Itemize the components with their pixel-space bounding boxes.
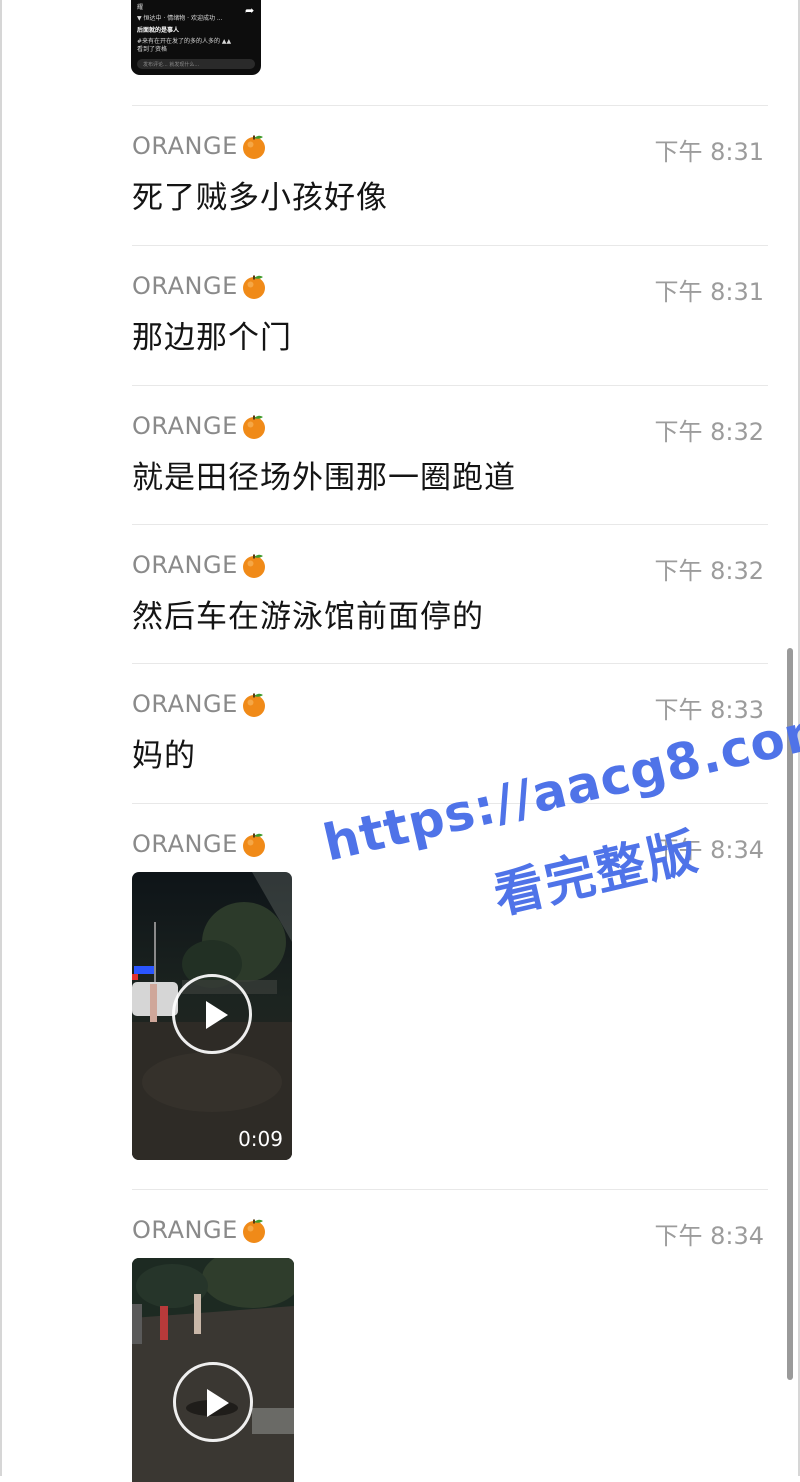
thumbnail-text: 看到了资格 [137,46,168,53]
sender-name: ORANGE [132,132,267,160]
watermark-caption: 看完整版 [488,821,705,926]
message-time: 下午 8:34 [654,836,764,864]
message-time: 下午 8:34 [654,1222,764,1250]
message-divider [132,524,768,525]
video-thumbnail[interactable] [132,1258,294,1482]
message-time: 下午 8:32 [654,418,764,446]
message-text: 那边那个门 [132,320,292,356]
message-text: 死了贼多小孩好像 [132,180,388,216]
message-divider [132,385,768,386]
message-time: 下午 8:31 [654,278,764,306]
sender-name: ORANGE [132,690,267,718]
orange-icon [242,554,265,578]
message-text: 然后车在游泳馆前面停的 [132,599,484,635]
thumbnail-text: 耀 [137,4,144,11]
message-divider [132,105,768,106]
orange-icon [242,415,265,439]
message-divider [132,245,768,246]
sender-name: ORANGE [132,830,267,858]
video-thumbnail[interactable]: 0:09 [132,872,292,1160]
message-text: 妈的 [132,738,196,774]
message-time: 下午 8:32 [654,557,764,585]
orange-icon [242,275,265,299]
play-icon[interactable] [172,974,252,1054]
sender-name: ORANGE [132,1216,267,1244]
orange-icon [242,693,265,717]
orange-icon [242,833,265,857]
sender-name: ORANGE [132,412,267,440]
thumbnail-text: ▼ 恒达中 · 情绪物 · 欢迎成功 ... [137,15,223,22]
message-divider [132,803,768,804]
orange-icon [242,135,265,159]
video-duration: 0:09 [238,1127,283,1151]
thumbnail-comment-bar: 发布评论... 就发现什么... [137,59,255,69]
thumbnail-input-hint: 发布评论... 就发现什么... [143,62,200,68]
window-left-edge [0,0,2,1476]
orange-icon [242,1219,265,1243]
message-text: 就是田径场外围那一圈跑道 [132,460,516,496]
sender-name: ORANGE [132,272,267,300]
shared-post-thumbnail[interactable]: 耀 ▼ 恒达中 · 情绪物 · 欢迎成功 ... 后面就的是事人 #来有在开在发… [131,0,261,75]
share-icon: ➦ [245,4,255,17]
message-divider [132,1189,768,1190]
message-time: 下午 8:31 [654,138,764,166]
thumbnail-text: 后面就的是事人 [137,27,180,34]
chat-scrollbar[interactable] [787,648,793,1380]
message-divider [132,663,768,664]
sender-name: ORANGE [132,551,267,579]
message-time: 下午 8:33 [654,696,764,724]
play-icon[interactable] [173,1362,253,1442]
